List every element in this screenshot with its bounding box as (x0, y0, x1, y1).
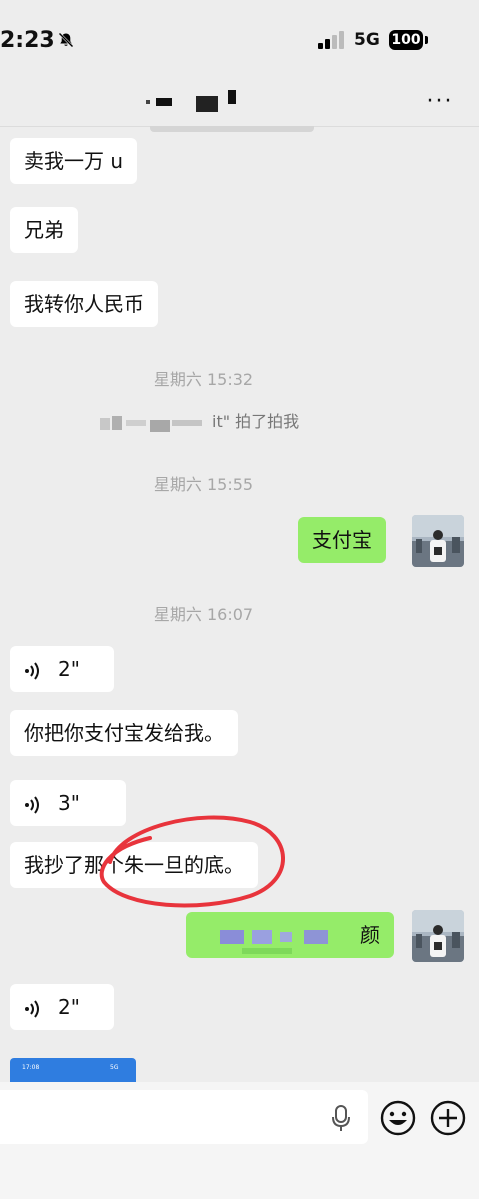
voice-wave-icon (25, 661, 39, 680)
message-bubble[interactable]: 我抄了那个朱一旦的底。 (10, 842, 258, 888)
message-text-end: 颜 (360, 923, 380, 947)
timestamp: 星期六 16:07 (153, 605, 254, 624)
avatar[interactable] (412, 910, 464, 962)
message-bubble-sent[interactable]: 支付宝 (298, 517, 386, 563)
message-bubble[interactable]: 我转你人民币 (10, 281, 158, 327)
input-bar (0, 1082, 479, 1199)
timestamp: 星期六 15:32 (153, 370, 254, 389)
voice-wave-icon (25, 795, 39, 814)
voice-message[interactable]: 3" (10, 780, 126, 826)
pat-notice-text: it" 拍了拍我 (212, 412, 300, 431)
chat-area: 卖我一万 u 兄弟 我转你人民币 星期六 15:32 it" 拍了拍我 星期六 … (0, 0, 479, 1199)
voice-message[interactable]: 2" (10, 984, 114, 1030)
thumb-network: 5G (110, 1064, 119, 1071)
voice-duration: 2" (58, 995, 80, 1019)
voice-duration: 3" (58, 791, 80, 815)
message-bubble[interactable]: 兄弟 (10, 207, 78, 253)
microphone-icon[interactable] (330, 1104, 352, 1132)
message-bubble-sent[interactable]: 颜 (186, 912, 394, 958)
blurred-username (100, 415, 202, 432)
pat-notice: it" 拍了拍我 (100, 408, 299, 432)
message-bubble[interactable]: 卖我一万 u (10, 138, 138, 184)
voice-duration: 2" (58, 657, 80, 681)
voice-wave-icon (25, 999, 39, 1018)
voice-message[interactable]: 2" (10, 646, 114, 692)
blurred-message-text (220, 930, 328, 954)
thumb-time: 17:08 (22, 1064, 40, 1071)
timestamp: 星期六 15:55 (153, 475, 254, 494)
smiley-icon[interactable] (380, 1100, 416, 1136)
avatar[interactable] (412, 515, 464, 567)
plus-circle-icon[interactable] (430, 1100, 466, 1136)
message-input[interactable] (0, 1090, 368, 1144)
message-bubble[interactable]: 你把你支付宝发给我。 (10, 710, 238, 756)
